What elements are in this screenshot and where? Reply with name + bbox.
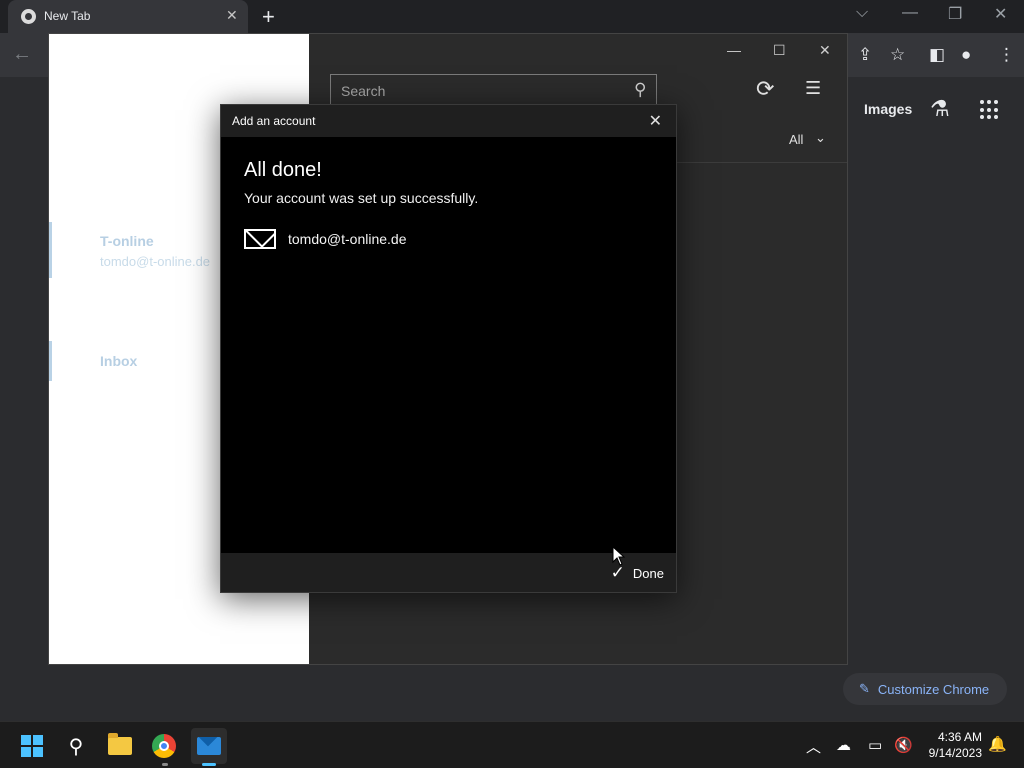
- mail-taskbar-button[interactable]: [191, 728, 227, 764]
- filter-label[interactable]: All: [789, 132, 803, 147]
- sync-icon[interactable]: ⟳: [756, 76, 774, 102]
- windows-logo-icon: [21, 735, 43, 757]
- tab-close-icon[interactable]: ✕: [226, 7, 238, 24]
- search-box: ⚲: [330, 74, 657, 106]
- taskbar-search-button[interactable]: ⚲: [58, 728, 94, 764]
- close-window-icon[interactable]: ✕: [994, 4, 1007, 24]
- apps-grid-icon[interactable]: [980, 100, 1000, 120]
- chrome-icon: [152, 734, 176, 758]
- mail-maximize-icon[interactable]: ☐: [773, 42, 786, 59]
- nav-account[interactable]: T-online tomdo@t-online.de: [49, 222, 210, 278]
- start-button[interactable]: [14, 728, 50, 764]
- file-explorer-button[interactable]: [102, 728, 138, 764]
- running-indicator: [162, 763, 168, 766]
- envelope-icon: [244, 229, 276, 249]
- checkmark-icon: ✓: [610, 563, 625, 582]
- search-input[interactable]: [341, 81, 611, 101]
- taskbar: ⚲ ︿ ☁ ▭ 🔇 4:36 AM 9/14/2023 🔔: [0, 721, 1024, 768]
- bookmark-star-icon[interactable]: ☆: [890, 45, 905, 65]
- network-icon[interactable]: ▭: [868, 736, 882, 754]
- clock-time: 4:36 AM: [937, 730, 982, 744]
- selection-mode-icon[interactable]: ☰: [805, 78, 821, 99]
- dialog-heading: All done!: [244, 159, 322, 181]
- add-account-dialog: Add an account ✕ All done! Your account …: [220, 104, 677, 593]
- share-icon[interactable]: ⇪: [858, 45, 872, 65]
- search-icon[interactable]: ⚲: [634, 80, 646, 100]
- folder-icon: [108, 733, 132, 755]
- profile-icon[interactable]: ●: [961, 45, 971, 65]
- browser-tab[interactable]: New Tab ✕: [8, 0, 248, 33]
- done-label: Done: [632, 565, 664, 581]
- chrome-favicon-icon: [21, 9, 36, 24]
- side-panel-icon[interactable]: ◧: [929, 45, 945, 65]
- mail-minimize-icon[interactable]: —: [727, 42, 741, 58]
- customize-chrome-label: Customize Chrome: [877, 681, 990, 697]
- customize-chrome-button[interactable]: ✎ Customize Chrome: [843, 673, 1007, 705]
- mail-close-icon[interactable]: ✕: [819, 42, 831, 59]
- new-tab-button[interactable]: +: [262, 4, 275, 30]
- dialog-message: Your account was set up successfully.: [244, 190, 479, 206]
- images-link[interactable]: Images: [864, 101, 912, 117]
- dialog-account-email: tomdo@t-online.de: [288, 231, 407, 247]
- active-app-indicator: [202, 763, 216, 766]
- message-list: [677, 163, 847, 664]
- minimize-icon[interactable]: —: [902, 4, 918, 22]
- system-clock[interactable]: 4:36 AM 9/14/2023: [922, 729, 982, 761]
- tray-chevron-up-icon[interactable]: ︿: [806, 736, 821, 757]
- account-name: T-online: [100, 233, 154, 249]
- dialog-footer: ✓ Done: [221, 553, 676, 592]
- done-button[interactable]: ✓ Done: [611, 563, 664, 583]
- dialog-close-icon[interactable]: ✕: [649, 111, 662, 131]
- account-email: tomdo@t-online.de: [100, 254, 211, 269]
- chrome-taskbar-button[interactable]: [146, 728, 182, 764]
- account-row: tomdo@t-online.de: [244, 227, 407, 251]
- clock-date: 9/14/2023: [928, 746, 982, 760]
- tab-title: New Tab: [44, 9, 91, 23]
- back-arrow-icon[interactable]: ←: [12, 43, 32, 66]
- dialog-titlebar: Add an account ✕: [221, 105, 676, 137]
- search-icon: ⚲: [68, 735, 84, 758]
- labs-flask-icon[interactable]: ⚗: [930, 96, 950, 122]
- volume-muted-icon[interactable]: 🔇: [894, 736, 913, 754]
- nav-inbox[interactable]: Inbox: [49, 341, 137, 381]
- chevron-down-icon[interactable]: ⌄: [815, 130, 826, 146]
- mail-app-icon: [197, 737, 221, 755]
- menu-kebab-icon[interactable]: ⋮: [998, 45, 1015, 65]
- dialog-title: Add an account: [232, 114, 316, 128]
- tab-search-chevron-icon[interactable]: ⌵: [856, 4, 868, 22]
- restore-icon[interactable]: ❐: [948, 4, 962, 24]
- notification-bell-icon[interactable]: 🔔: [988, 735, 1007, 753]
- browser-tabstrip: New Tab ✕ + ⌵ — ❐ ✕: [0, 0, 1024, 33]
- pencil-icon: ✎: [859, 681, 870, 696]
- onedrive-cloud-icon[interactable]: ☁: [836, 736, 851, 754]
- inbox-label: Inbox: [100, 353, 138, 369]
